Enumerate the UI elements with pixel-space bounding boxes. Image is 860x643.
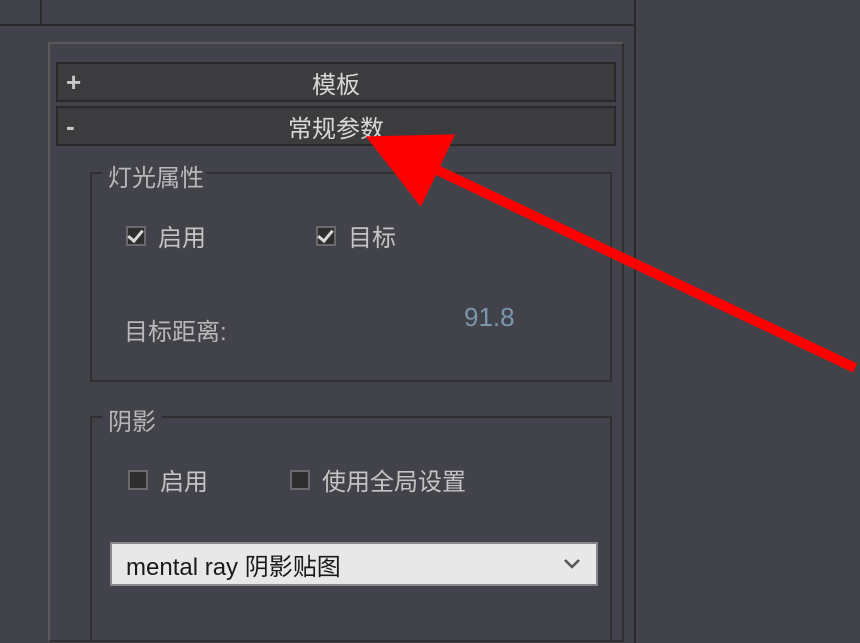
shadow-type-value: mental ray 阴影贴图	[126, 547, 341, 582]
enable-shadow-checkbox-row[interactable]: 启用	[128, 462, 208, 497]
enable-shadow-label: 启用	[160, 462, 208, 497]
target-distance-label: 目标距离:	[124, 312, 227, 347]
rollout-general-params-header[interactable]: - 常规参数	[58, 108, 614, 144]
rollout-template-header[interactable]: + 模板	[58, 64, 614, 100]
shadow-group	[90, 416, 612, 642]
enable-light-checkbox[interactable]	[126, 226, 146, 246]
divider-vertical	[40, 0, 42, 26]
target-checkbox-row[interactable]: 目标	[316, 218, 396, 253]
expand-icon: +	[66, 69, 81, 95]
enable-light-label: 启用	[158, 218, 206, 253]
light-attributes-group	[90, 172, 612, 382]
rollout-general-params[interactable]: - 常规参数	[56, 106, 616, 146]
target-label: 目标	[348, 218, 396, 253]
target-distance-value: 91.8	[464, 302, 515, 333]
rollout-template-title: 模板	[58, 65, 614, 100]
rollout-general-params-title: 常规参数	[58, 109, 614, 144]
enable-shadow-checkbox[interactable]	[128, 470, 148, 490]
rollout-template[interactable]: + 模板	[56, 62, 616, 102]
chevron-down-icon	[562, 554, 582, 574]
collapse-icon: -	[66, 113, 75, 139]
target-checkbox[interactable]	[316, 226, 336, 246]
enable-light-checkbox-row[interactable]: 启用	[126, 218, 206, 253]
use-global-checkbox-row[interactable]: 使用全局设置	[290, 462, 466, 497]
divider-horizontal	[0, 24, 636, 26]
use-global-label: 使用全局设置	[322, 462, 466, 497]
use-global-checkbox[interactable]	[290, 470, 310, 490]
shadow-type-dropdown[interactable]: mental ray 阴影贴图	[110, 542, 598, 586]
